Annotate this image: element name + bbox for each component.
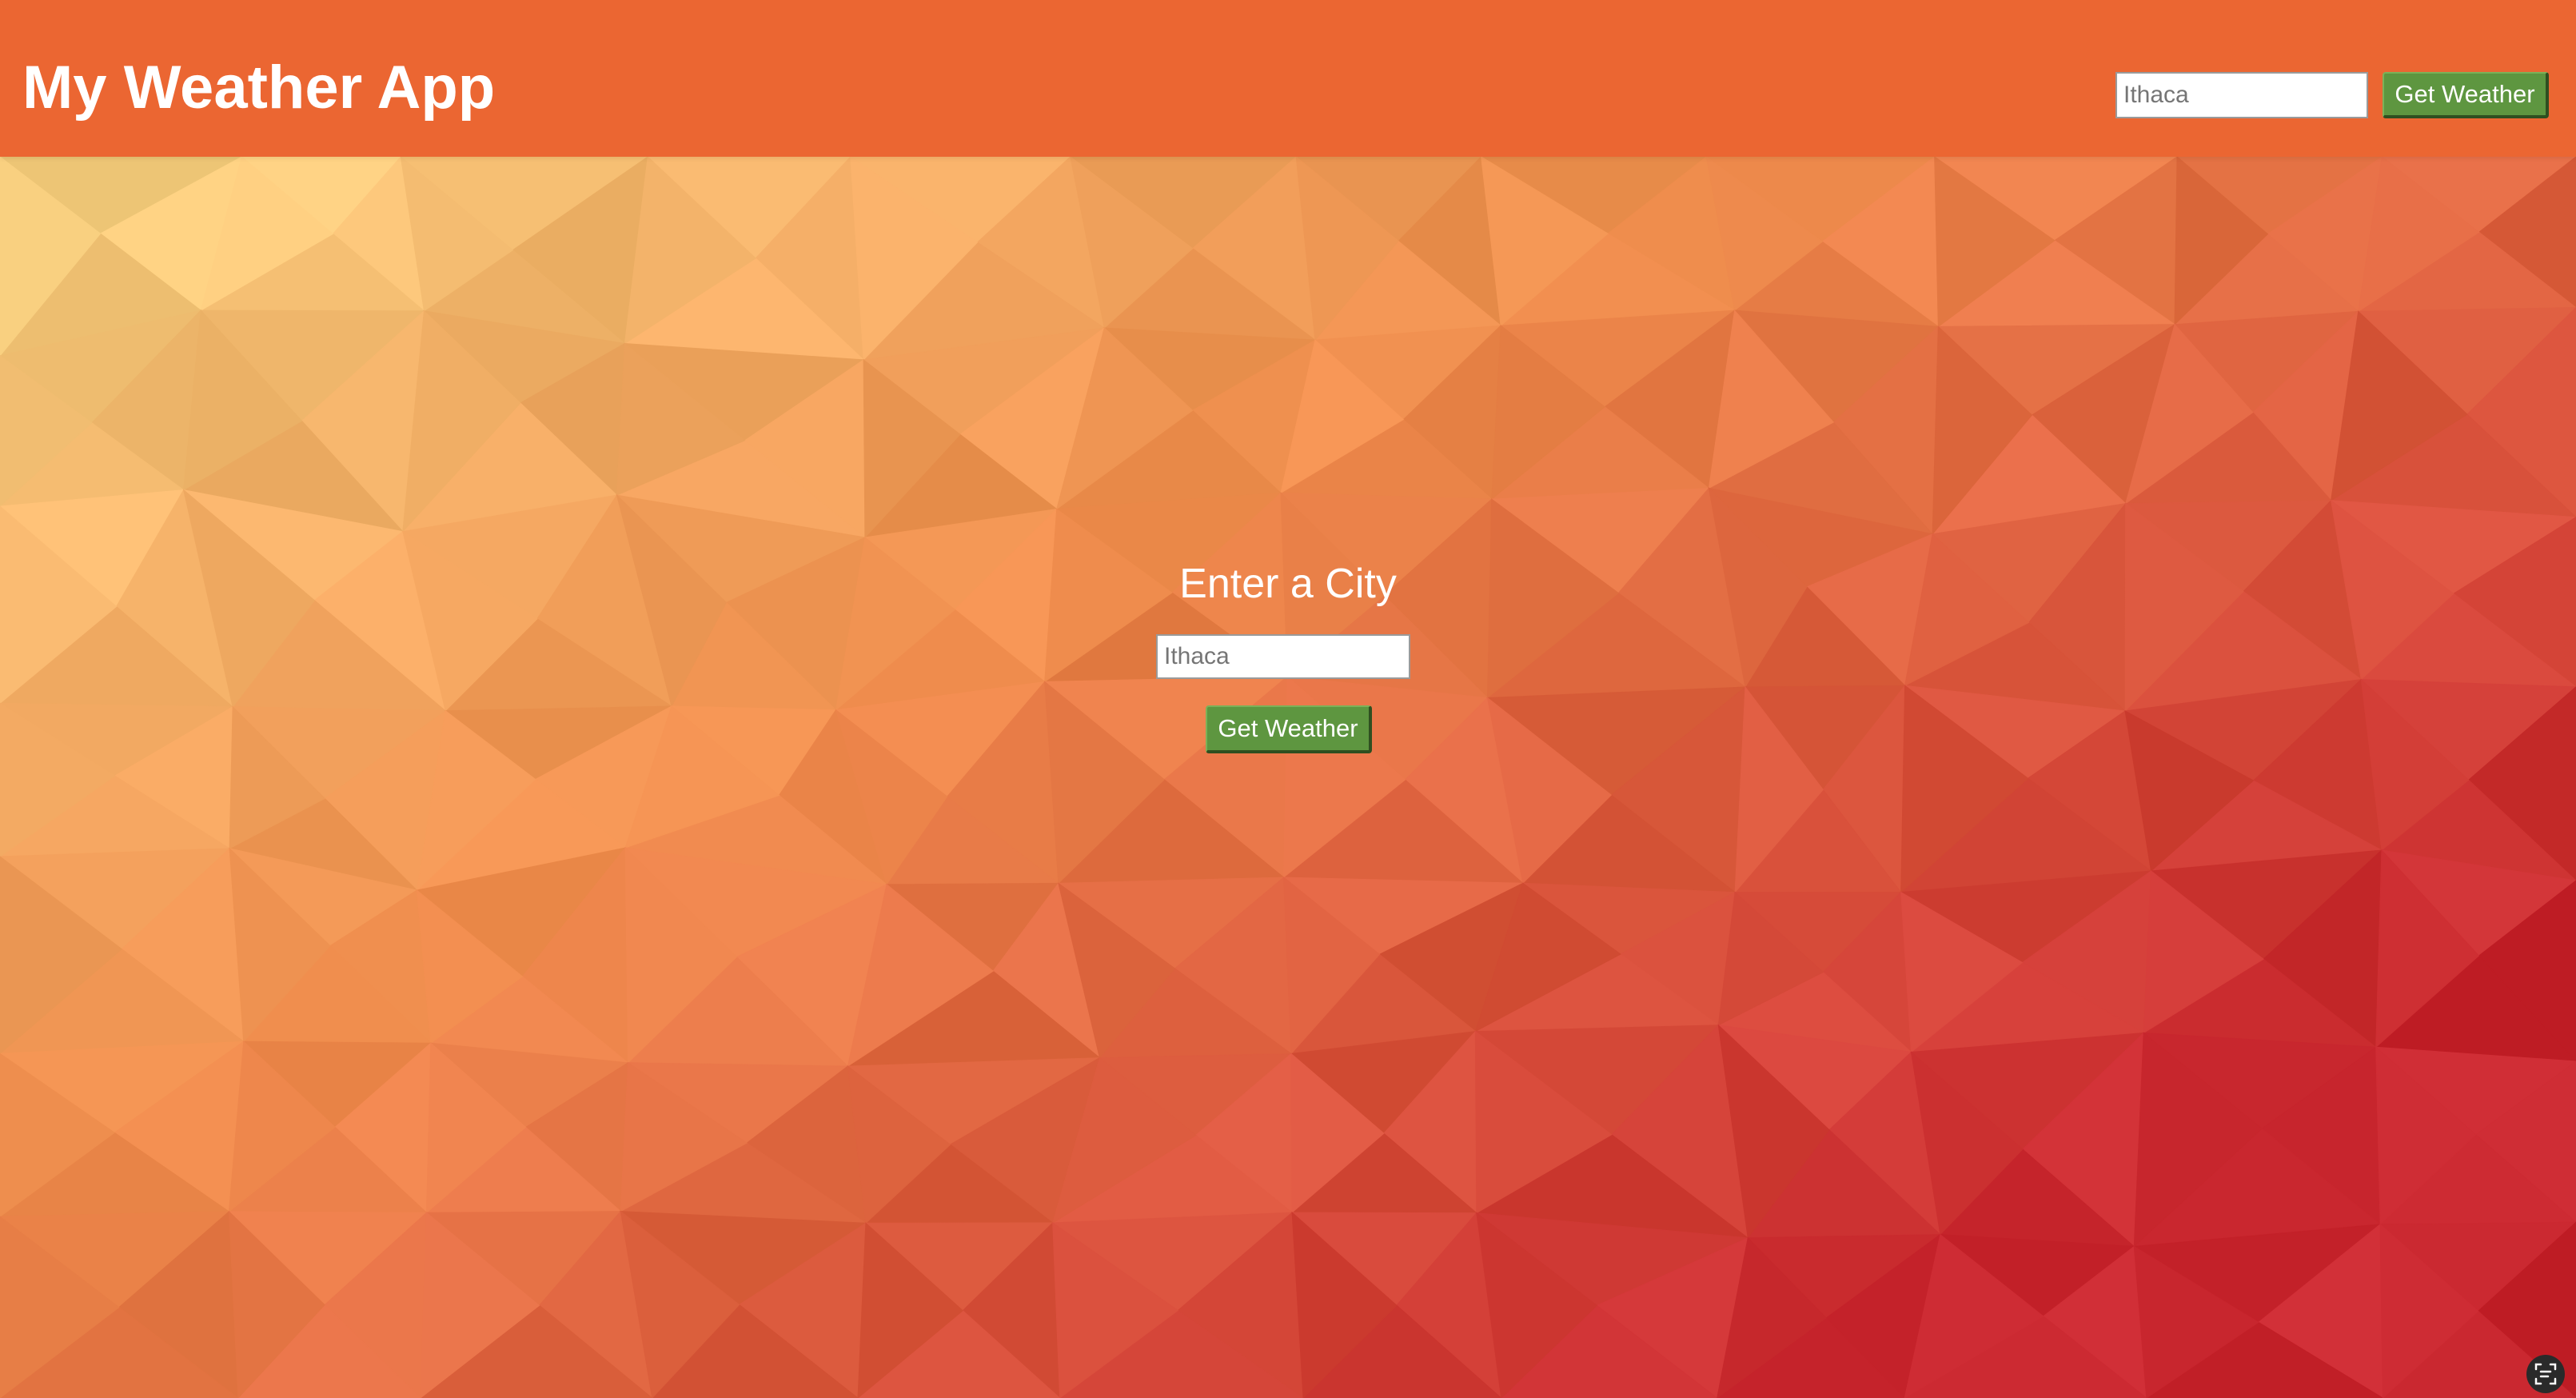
main-content: Enter a City Get Weather — [0, 157, 2576, 1398]
header-get-weather-button[interactable]: Get Weather — [2383, 72, 2549, 118]
get-weather-button[interactable]: Get Weather — [1206, 705, 1372, 753]
app-title: My Weather App — [22, 54, 496, 122]
enter-city-heading: Enter a City — [1179, 561, 1397, 607]
top-header: My Weather App Get Weather — [0, 0, 2576, 157]
city-input[interactable] — [1156, 634, 1410, 679]
header-city-input[interactable] — [2115, 72, 2368, 118]
scan-text-icon[interactable] — [2526, 1355, 2565, 1393]
